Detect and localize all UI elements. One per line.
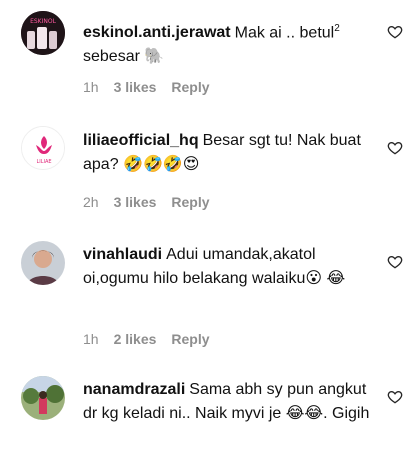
comment-body: nanamdrazali Sama abh sy pun angkut dr kg…: [83, 378, 383, 426]
likes-count[interactable]: 3 likes: [114, 194, 157, 210]
heart-outline-icon[interactable]: [387, 24, 403, 40]
avatar-eskinol[interactable]: ESKINOL: [21, 11, 65, 55]
svg-text:LILIAE: LILIAE: [36, 159, 51, 165]
comment-body: vinahlaudi Adui umandak,akatol oi,ogumu h…: [83, 243, 383, 291]
reply-button[interactable]: Reply: [171, 79, 209, 95]
reply-button[interactable]: Reply: [171, 194, 209, 210]
comment-username[interactable]: nanamdrazali: [83, 381, 185, 398]
reply-button[interactable]: Reply: [171, 331, 209, 347]
heart-outline-icon[interactable]: [387, 389, 403, 405]
comment-text: vinahlaudi Adui umandak,akatol oi,ogumu h…: [83, 243, 383, 291]
likes-count[interactable]: 3 likes: [114, 79, 157, 95]
comment-body: liliaeofficial_hq Besar sgt tu! Nak buat …: [83, 129, 383, 177]
comment-text: liliaeofficial_hq Besar sgt tu! Nak buat …: [83, 129, 383, 177]
comment-text: nanamdrazali Sama abh sy pun angkut dr kg…: [83, 378, 383, 426]
comment-meta: 1h 3 likes Reply: [83, 79, 210, 95]
comment-time: 1h: [83, 331, 99, 347]
comment-username[interactable]: eskinol.anti.jerawat: [83, 24, 231, 41]
avatar-vinahlaudi[interactable]: [21, 241, 65, 285]
comment-meta: 1h 2 likes Reply: [83, 331, 210, 347]
likes-count[interactable]: 2 likes: [114, 331, 157, 347]
comment-time: 2h: [83, 194, 99, 210]
comment-content-cont: sebesar 🐘: [83, 48, 165, 66]
heart-outline-icon[interactable]: [387, 254, 403, 270]
superscript: 2: [334, 23, 340, 34]
comment-time: 1h: [83, 79, 99, 95]
comment-content: Mak ai .. betul: [234, 24, 335, 42]
comment-text: eskinol.anti.jerawat Mak ai .. betul2 seb…: [83, 17, 383, 69]
comment-username[interactable]: liliaeofficial_hq: [83, 132, 199, 149]
heart-outline-icon[interactable]: [387, 140, 403, 156]
svg-text:ESKINOL: ESKINOL: [30, 18, 57, 25]
comment-username[interactable]: vinahlaudi: [83, 246, 162, 263]
avatar-nanamdrazali[interactable]: [21, 376, 65, 420]
comment-meta: 2h 3 likes Reply: [83, 194, 210, 210]
comment-body: eskinol.anti.jerawat Mak ai .. betul2 seb…: [83, 17, 383, 69]
avatar-liliae[interactable]: LILIAE: [21, 126, 65, 170]
